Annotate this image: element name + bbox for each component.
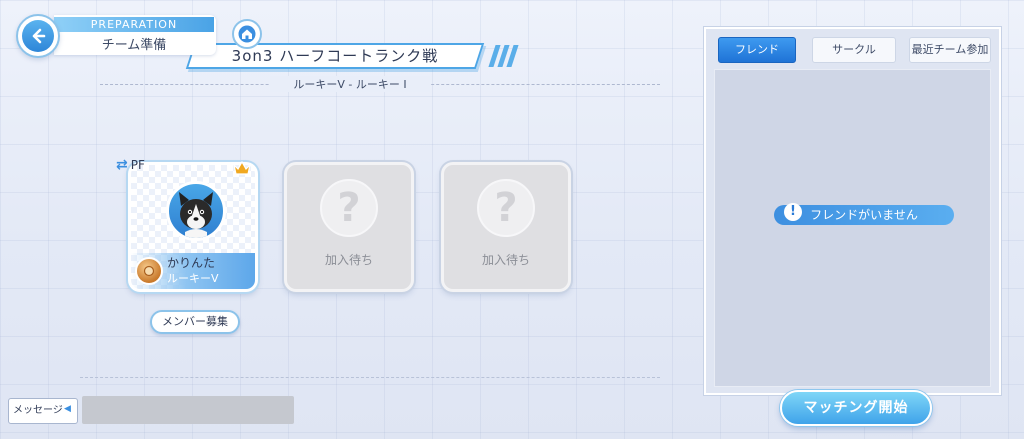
- start-matching-button[interactable]: マッチング開始: [780, 390, 932, 426]
- player-name: かりんた: [167, 256, 216, 270]
- swap-icon: ⇄: [116, 157, 128, 173]
- bottom-divider: [80, 377, 660, 378]
- member-card-leader[interactable]: かりんた ルーキーV: [128, 162, 258, 292]
- tab-recent-team[interactable]: 最近チーム参加: [909, 37, 991, 63]
- waiting-label: 加入待ち: [481, 253, 530, 267]
- question-icon: ?: [320, 179, 378, 237]
- friend-list[interactable]: [714, 69, 991, 387]
- chevron-left-icon: ◀: [64, 404, 71, 414]
- crown-icon: [232, 160, 252, 180]
- message-input[interactable]: [82, 396, 294, 424]
- page-title-plate: PREPARATION チーム準備: [54, 15, 216, 55]
- back-button[interactable]: [16, 14, 60, 58]
- section-label: PREPARATION: [54, 17, 214, 32]
- home-button[interactable]: [232, 19, 262, 49]
- tab-friends[interactable]: フレンド: [718, 37, 796, 63]
- message-label: メッセージ: [13, 405, 63, 416]
- page-title: チーム準備: [101, 38, 167, 53]
- empty-notice-text: フレンドがいません: [810, 208, 918, 222]
- mode-title: 3on3 ハーフコートランク戦: [231, 47, 439, 65]
- info-icon: !: [784, 203, 802, 221]
- avatar: [166, 181, 226, 241]
- back-arrow-icon: [22, 20, 54, 52]
- banner-stripes: [488, 45, 519, 71]
- waiting-label: 加入待ち: [324, 253, 373, 267]
- position-label: PF: [130, 158, 145, 172]
- tab-circle[interactable]: サークル: [812, 37, 896, 63]
- position-badge[interactable]: ⇄ PF: [116, 157, 145, 173]
- home-icon: [238, 25, 256, 43]
- member-card-empty-2[interactable]: ? 加入待ち: [441, 162, 571, 292]
- question-icon: ?: [477, 179, 535, 237]
- league-range: ルーキーV - ルーキー I: [270, 76, 430, 92]
- rank-medal-icon: [135, 257, 163, 285]
- recruit-members-button[interactable]: メンバー募集: [150, 310, 240, 334]
- player-rank: ルーキーV: [167, 272, 219, 285]
- member-card-empty-1[interactable]: ? 加入待ち: [284, 162, 414, 292]
